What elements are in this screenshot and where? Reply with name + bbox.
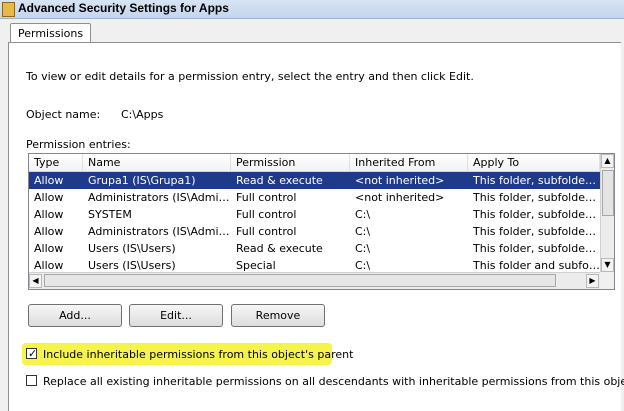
- cell-name: Administrators (IS\Admin…: [88, 191, 231, 204]
- column-header-inherited-from[interactable]: Inherited From: [350, 154, 468, 171]
- cell-permission: Full control: [236, 208, 297, 221]
- cell-inherited-from: C:\: [355, 225, 371, 238]
- cell-type: Allow: [34, 242, 64, 255]
- cell-name: Administrators (IS\Admin…: [88, 225, 231, 238]
- cell-name: Users (IS\Users): [88, 242, 176, 255]
- scrollbar-corner: [600, 272, 614, 289]
- cell-name: Grupa1 (IS\Grupa1): [88, 174, 196, 187]
- table-row[interactable]: Allow Administrators (IS\Admin… Full con…: [29, 223, 600, 240]
- tab-permissions[interactable]: Permissions: [10, 23, 92, 43]
- intro-text: To view or edit details for a permission…: [26, 70, 474, 83]
- title-bar: Advanced Security Settings for Apps: [0, 0, 624, 19]
- edit-button[interactable]: Edit...: [129, 304, 223, 327]
- object-name-label: Object name:: [26, 108, 101, 121]
- table-row[interactable]: Allow Administrators (IS\Admin… Full con…: [29, 189, 600, 206]
- cell-inherited-from: <not inherited>: [355, 174, 445, 187]
- cell-permission: Read & execute: [236, 174, 323, 187]
- cell-name: SYSTEM: [88, 208, 132, 221]
- cell-type: Allow: [34, 174, 64, 187]
- column-header-permission[interactable]: Permission: [231, 154, 350, 171]
- cell-apply-to: This folder, subfolders a…: [473, 174, 600, 187]
- cell-type: Allow: [34, 191, 64, 204]
- cell-apply-to: This folder, subfolders a…: [473, 242, 600, 255]
- table-row[interactable]: Allow SYSTEM Full control C:\ This folde…: [29, 206, 600, 223]
- cell-type: Allow: [34, 208, 64, 221]
- column-header-type[interactable]: Type: [29, 154, 83, 171]
- permission-entries-list[interactable]: Type Name Permission Inherited From Appl…: [28, 153, 615, 290]
- vertical-scrollbar[interactable]: ▲ ▼: [600, 154, 614, 272]
- cell-permission: Read & execute: [236, 242, 323, 255]
- include-inheritable-checkbox[interactable]: ✓: [26, 347, 38, 360]
- column-header-apply-to[interactable]: Apply To: [468, 154, 600, 171]
- add-button[interactable]: Add...: [28, 304, 122, 327]
- window-title: Advanced Security Settings for Apps: [18, 1, 229, 15]
- replace-all-label[interactable]: Replace all existing inheritable permiss…: [43, 374, 624, 389]
- table-row[interactable]: Allow Users (IS\Users) Read & execute C:…: [29, 240, 600, 257]
- cell-permission: Full control: [236, 225, 297, 238]
- scroll-left-arrow-icon[interactable]: ◀: [29, 274, 42, 288]
- scroll-up-arrow-icon[interactable]: ▲: [601, 154, 614, 168]
- object-name-value: C:\Apps: [121, 108, 164, 121]
- checkmark-icon: ✓: [28, 347, 38, 360]
- include-inheritable-label[interactable]: Include inheritable permissions from thi…: [43, 347, 353, 362]
- cell-inherited-from: <not inherited>: [355, 191, 445, 204]
- horizontal-scrollbar[interactable]: ◀ ▶: [29, 272, 600, 289]
- vertical-scroll-thumb[interactable]: [602, 170, 614, 216]
- cell-apply-to: This folder, subfolders a…: [473, 191, 600, 204]
- cell-apply-to: This folder, subfolders a…: [473, 225, 600, 238]
- cell-inherited-from: C:\: [355, 208, 371, 221]
- folder-lock-icon: [2, 2, 15, 17]
- cell-type: Allow: [34, 225, 64, 238]
- permission-entries-label: Permission entries:: [26, 138, 131, 151]
- tab-strip: Permissions: [6, 23, 618, 43]
- scroll-right-arrow-icon[interactable]: ▶: [586, 274, 599, 288]
- horizontal-scroll-thumb[interactable]: [44, 274, 556, 287]
- cell-permission: Full control: [236, 191, 297, 204]
- cell-apply-to: This folder, subfolders a…: [473, 208, 600, 221]
- list-header: Type Name Permission Inherited From Appl…: [29, 154, 600, 172]
- remove-button[interactable]: Remove: [231, 304, 325, 327]
- column-header-name[interactable]: Name: [83, 154, 231, 171]
- table-row[interactable]: Allow Grupa1 (IS\Grupa1) Read & execute …: [29, 172, 600, 189]
- scroll-down-arrow-icon[interactable]: ▼: [601, 258, 614, 272]
- replace-all-checkbox[interactable]: [26, 375, 37, 386]
- cell-inherited-from: C:\: [355, 242, 371, 255]
